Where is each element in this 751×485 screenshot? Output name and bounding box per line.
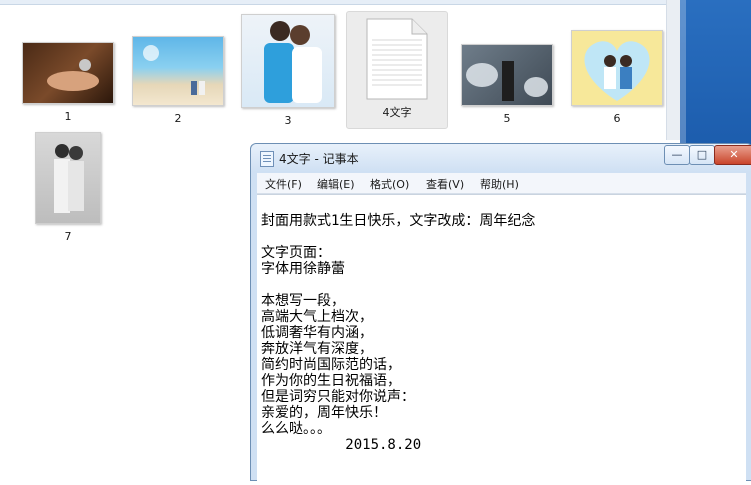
photo-icon bbox=[466, 61, 548, 101]
text-line: 奔放洋气有深度， bbox=[261, 341, 373, 357]
text-line: 简约时尚国际范的话， bbox=[261, 357, 401, 373]
text-file-icon bbox=[366, 18, 428, 100]
text-line: 封面用款式1生日快乐，文字改成：周年纪念 bbox=[261, 213, 536, 229]
file-item[interactable]: 2 bbox=[128, 36, 228, 125]
text-line: 么么哒。。。 bbox=[261, 421, 331, 437]
file-item[interactable]: 5 bbox=[457, 44, 557, 125]
menu-format[interactable]: 格式(O) bbox=[370, 176, 409, 192]
file-item[interactable]: 1 bbox=[18, 42, 118, 123]
file-label: 6 bbox=[613, 112, 621, 125]
close-button[interactable]: ✕ bbox=[714, 145, 751, 165]
notepad-icon bbox=[260, 151, 274, 167]
menu-file[interactable]: 文件(F) bbox=[265, 176, 302, 192]
text-line: 2015.8.20 bbox=[261, 437, 422, 453]
notepad-window: 4文字 - 记事本 — □ ✕ 文件(F) 编辑(E) 格式(O) 查看(V) … bbox=[250, 143, 751, 481]
photo-icon bbox=[264, 21, 322, 103]
text-line: 亲爱的，周年快乐！ bbox=[261, 405, 387, 421]
text-line: 高端大气上档次， bbox=[261, 309, 373, 325]
text-line bbox=[261, 229, 535, 245]
file-label: 1 bbox=[64, 110, 72, 123]
file-thumbnail bbox=[132, 36, 224, 106]
text-line: 低调奢华有内涵， bbox=[261, 325, 373, 341]
minimize-button[interactable]: — bbox=[664, 145, 690, 165]
file-thumbnail bbox=[241, 14, 335, 108]
photo-icon bbox=[47, 59, 99, 91]
photo-icon bbox=[54, 144, 84, 213]
document-icon bbox=[366, 18, 428, 100]
photo-icon bbox=[584, 41, 650, 101]
maximize-button[interactable]: □ bbox=[689, 145, 715, 165]
file-thumbnail bbox=[22, 42, 114, 104]
file-label: 7 bbox=[64, 230, 72, 243]
text-line: 本想写一段， bbox=[261, 293, 345, 309]
window-title: 4文字 - 记事本 bbox=[279, 152, 359, 166]
file-item-selected[interactable]: 4文字 bbox=[346, 11, 448, 129]
menu-view[interactable]: 查看(V) bbox=[426, 176, 464, 192]
file-label: 2 bbox=[174, 112, 182, 125]
file-item[interactable]: 3 bbox=[238, 14, 338, 127]
menu-bar: 文件(F) 编辑(E) 格式(O) 查看(V) 帮助(H) bbox=[257, 173, 746, 194]
file-label: 3 bbox=[284, 114, 292, 127]
text-line: 字体用徐静蕾 bbox=[261, 261, 345, 277]
file-item[interactable]: 6 bbox=[567, 30, 667, 125]
menu-help[interactable]: 帮助(H) bbox=[480, 176, 519, 192]
text-line: 但是词穷只能对你说声： bbox=[261, 389, 415, 405]
file-label: 5 bbox=[503, 112, 511, 125]
text-line bbox=[261, 277, 535, 293]
text-line: 作为你的生日祝福语， bbox=[261, 373, 401, 389]
file-thumbnail bbox=[571, 30, 663, 106]
file-thumbnail bbox=[461, 44, 553, 106]
file-thumbnail bbox=[35, 132, 101, 224]
explorer-top-border bbox=[0, 0, 680, 5]
menu-edit[interactable]: 编辑(E) bbox=[317, 176, 355, 192]
explorer-scrollbar[interactable] bbox=[666, 0, 681, 140]
text-area[interactable]: 封面用款式1生日快乐，文字改成：周年纪念 文字页面： 字体用徐静蕾 本想写一段，高… bbox=[257, 194, 746, 481]
title-bar[interactable]: 4文字 - 记事本 — □ ✕ bbox=[251, 144, 751, 172]
file-label: 4文字 bbox=[382, 106, 412, 119]
file-item[interactable]: 7 bbox=[18, 132, 118, 243]
text-line: 文字页面： bbox=[261, 245, 331, 261]
photo-icon bbox=[143, 45, 205, 95]
document-text: 封面用款式1生日快乐，文字改成：周年纪念 文字页面： 字体用徐静蕾 本想写一段，高… bbox=[261, 197, 535, 485]
